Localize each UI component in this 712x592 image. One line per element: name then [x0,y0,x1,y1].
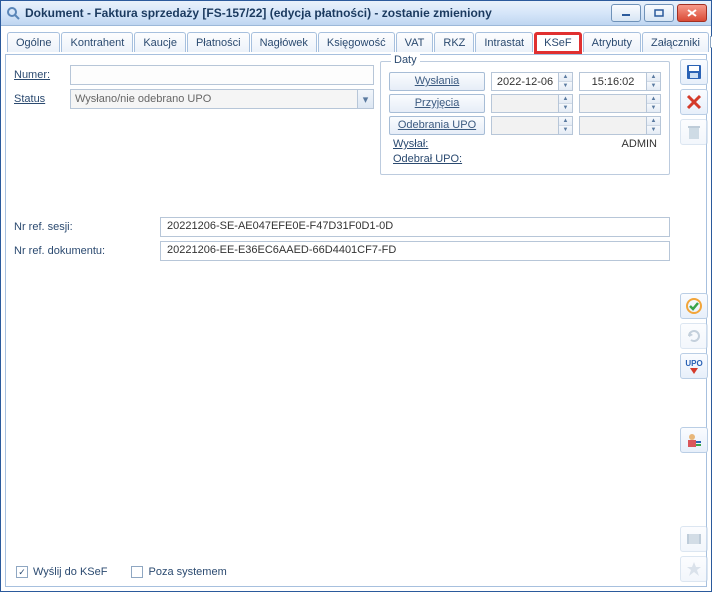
main-panel: Numer: Status Wysłano/nie odebrano UPO ▾ [6,55,678,586]
daty-group-label: Daty [391,54,420,66]
wyslal-value: ADMIN [491,138,661,150]
spinner-down-icon[interactable]: ▼ [559,126,572,134]
nr-ref-dokumentu-field[interactable]: 20221206-EE-E36EC6AAED-66D4401CF7-FD [160,241,670,261]
user-details-button[interactable] [680,427,708,453]
tab-zalaczniki[interactable]: Załączniki [642,32,709,52]
titlebar: Dokument - Faktura sprzedaży [FS-157/22]… [1,1,711,26]
nr-ref-sesji-field[interactable]: 20221206-SE-AE047EFE0E-F47D31F0D1-0D [160,217,670,237]
window-controls [611,4,711,22]
wyslania-date-field[interactable]: 2022-12-06 ▲▼ [491,72,573,91]
tab-naglowek[interactable]: Nagłówek [251,32,317,52]
tab-platnosci[interactable]: Płatności [187,32,250,52]
tab-ogolne[interactable]: Ogólne [7,32,60,52]
wyslij-do-ksef-checkbox[interactable]: ✓ Wyślij do KSeF [16,566,107,578]
nr-ref-sesji-label: Nr ref. sesji: [14,221,154,233]
tab-intrastat[interactable]: Intrastat [475,32,533,52]
tabbar: Ogólne Kontrahent Kaucje Płatności Nagłó… [5,30,707,55]
spinner-down-icon[interactable]: ▼ [559,82,572,90]
side-toolbar: UPO [678,55,710,586]
odebrania-date-field[interactable]: ▲▼ [491,116,573,135]
close-button[interactable] [677,4,707,22]
chevron-down-icon: ▾ [357,90,373,108]
verify-status-button[interactable] [680,293,708,319]
spinner-up-icon[interactable]: ▲ [647,117,660,126]
download-upo-button[interactable]: UPO [680,353,708,379]
tab-kaucje[interactable]: Kaucje [134,32,186,52]
przyjecia-button[interactable]: Przyjęcia [389,94,485,113]
przyjecia-time-field[interactable]: ▲▼ [579,94,661,113]
app-window: Dokument - Faktura sprzedaży [FS-157/22]… [0,0,712,592]
film-button[interactable] [680,526,708,552]
tab-vat[interactable]: VAT [396,32,434,52]
recycle-button[interactable] [680,119,708,145]
spinner-up-icon[interactable]: ▲ [559,117,572,126]
numer-field[interactable] [70,65,374,85]
cancel-button[interactable] [680,89,708,115]
minimize-button[interactable] [611,4,641,22]
spinner-down-icon[interactable]: ▼ [647,104,660,112]
daty-group: Daty Wysłania 2022-12-06 ▲▼ 15:16:02 ▲▼ [380,61,670,175]
spinner-down-icon[interactable]: ▼ [647,82,660,90]
star-button[interactable] [680,556,708,582]
wyslania-time-field[interactable]: 15:16:02 ▲▼ [579,72,661,91]
numer-label: Numer: [14,69,64,81]
spinner-up-icon[interactable]: ▲ [559,95,572,104]
spinner-up-icon[interactable]: ▲ [559,73,572,82]
tab-kontrahent[interactable]: Kontrahent [61,32,133,52]
window-title: Dokument - Faktura sprzedaży [FS-157/22]… [25,6,611,20]
odebrania-upo-button[interactable]: Odebrania UPO [389,116,485,135]
status-combobox[interactable]: Wysłano/nie odebrano UPO ▾ [70,89,374,109]
nr-ref-dokumentu-label: Nr ref. dokumentu: [14,245,154,257]
odebral-upo-label: Odebrał UPO: [389,153,485,165]
maximize-button[interactable] [644,4,674,22]
tab-rkz[interactable]: RKZ [434,32,474,52]
spinner-up-icon[interactable]: ▲ [647,73,660,82]
poza-systemem-checkbox[interactable]: Poza systemem [131,566,226,578]
tab-ksef[interactable]: KSeF [534,32,582,54]
spinner-down-icon[interactable]: ▼ [647,126,660,134]
refresh-button[interactable] [680,323,708,349]
spinner-down-icon[interactable]: ▼ [559,104,572,112]
wyslania-button[interactable]: Wysłania [389,72,485,91]
odebrania-time-field[interactable]: ▲▼ [579,116,661,135]
wyslal-label: Wysłał: [389,138,485,150]
svg-text:UPO: UPO [685,359,702,368]
status-label: Status [14,93,64,105]
przyjecia-date-field[interactable]: ▲▼ [491,94,573,113]
save-button[interactable] [680,59,708,85]
app-icon [5,5,21,21]
tab-atrybuty[interactable]: Atrybuty [583,32,641,52]
tab-ksiegowosc[interactable]: Księgowość [318,32,395,52]
checkbox-icon [131,566,143,578]
checkbox-checked-icon: ✓ [16,566,28,578]
spinner-up-icon[interactable]: ▲ [647,95,660,104]
